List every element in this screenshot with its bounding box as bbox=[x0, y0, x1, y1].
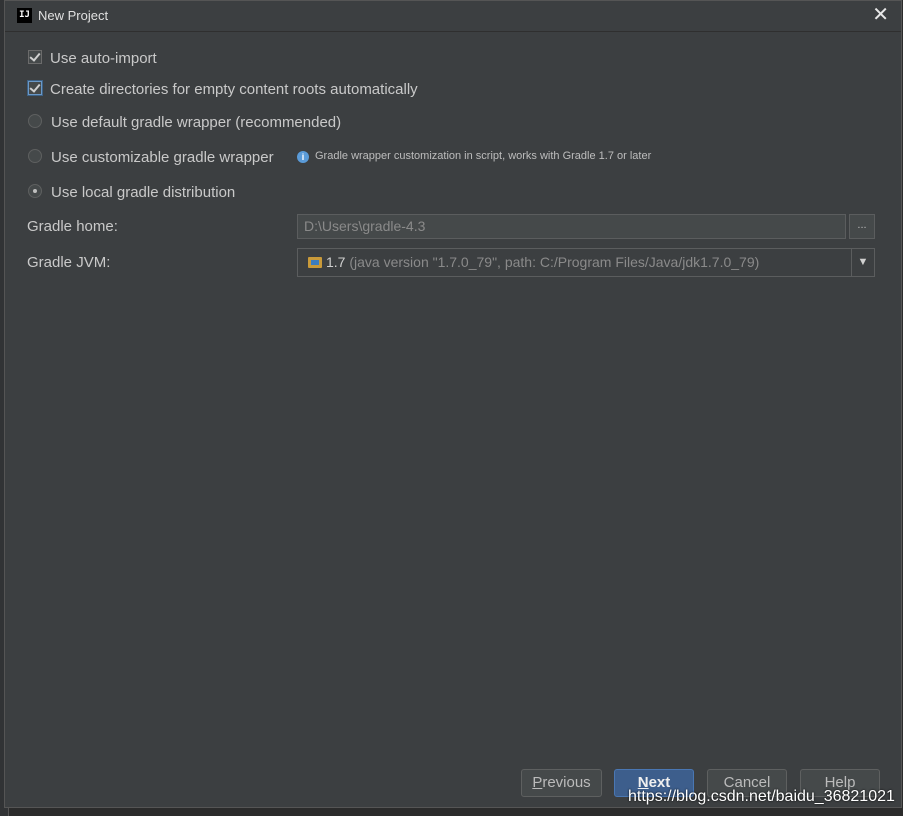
default-wrapper-label: Use default gradle wrapper (recommended) bbox=[51, 114, 342, 131]
create-directories-checkbox[interactable]: Create directories for empty content roo… bbox=[28, 81, 418, 98]
info-text: Gradle wrapper customization in script, … bbox=[315, 150, 652, 162]
previous-label: revious bbox=[542, 774, 591, 791]
radio-selected-icon[interactable] bbox=[28, 184, 42, 198]
watermark-text: https://blog.csdn.net/baidu_36821021 bbox=[628, 788, 895, 805]
local-distribution-label: Use local gradle distribution bbox=[51, 184, 236, 201]
browse-button[interactable]: ... bbox=[849, 214, 875, 239]
jdk-version: 1.7 bbox=[326, 254, 346, 270]
create-directories-label: Create directories for empty content roo… bbox=[50, 81, 418, 98]
auto-import-checkbox[interactable]: Use auto-import bbox=[28, 50, 157, 67]
radio-unselected-icon[interactable] bbox=[28, 114, 42, 128]
title-bar: IJ New Project ✕ bbox=[5, 1, 901, 32]
jdk-description: (java version "1.7.0_79", path: C:/Progr… bbox=[349, 254, 760, 270]
gradle-jvm-label: Gradle JVM: bbox=[27, 254, 111, 271]
gradle-home-field[interactable]: D:\Users\gradle-4.3 bbox=[297, 214, 846, 239]
intellij-app-icon: IJ bbox=[17, 8, 32, 23]
gradle-jvm-select[interactable]: 1.7 (java version "1.7.0_79", path: C:/P… bbox=[297, 248, 875, 277]
chevron-down-icon[interactable]: ▼ bbox=[851, 249, 874, 276]
previous-button[interactable]: Previous bbox=[521, 769, 602, 797]
previous-mnemonic: P bbox=[532, 774, 543, 791]
wrapper-info-hint: i Gradle wrapper customization in script,… bbox=[297, 150, 651, 163]
checkbox-checked-icon[interactable] bbox=[28, 81, 42, 95]
checkbox-checked-icon[interactable] bbox=[28, 50, 42, 64]
info-icon: i bbox=[297, 151, 309, 163]
auto-import-label: Use auto-import bbox=[50, 50, 157, 67]
local-distribution-radio[interactable]: Use local gradle distribution bbox=[28, 184, 235, 201]
folder-icon bbox=[308, 257, 322, 268]
radio-unselected-icon[interactable] bbox=[28, 149, 42, 163]
dialog-title: New Project bbox=[38, 8, 109, 23]
custom-wrapper-radio[interactable]: Use customizable gradle wrapper bbox=[28, 149, 274, 166]
gradle-home-label: Gradle home: bbox=[27, 218, 118, 235]
close-icon[interactable]: ✕ bbox=[872, 5, 889, 25]
default-wrapper-radio[interactable]: Use default gradle wrapper (recommended) bbox=[28, 114, 341, 131]
custom-wrapper-label: Use customizable gradle wrapper bbox=[51, 149, 274, 166]
